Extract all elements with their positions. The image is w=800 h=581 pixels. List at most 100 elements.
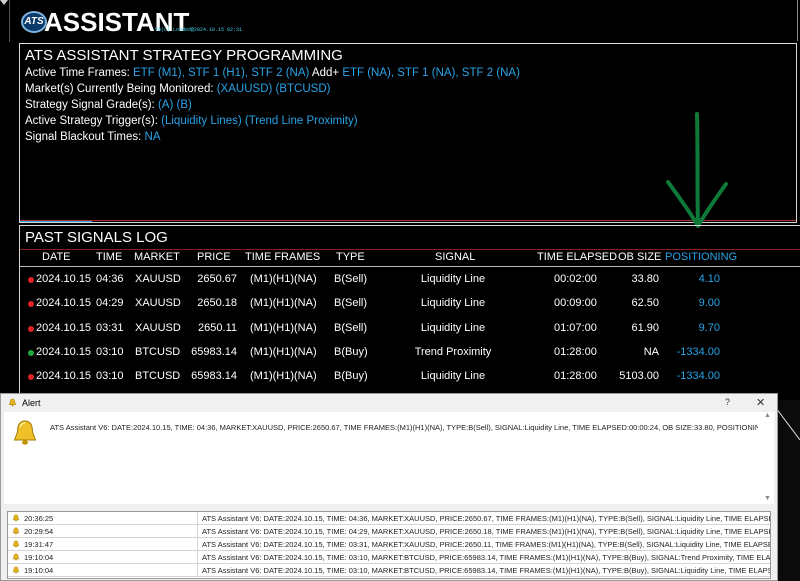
strategy-title: ATS ASSISTANT STRATEGY PROGRAMMING [25, 47, 343, 64]
bell-icon [8, 398, 17, 407]
col-time: TIME [96, 251, 123, 263]
cell-time-elapsed: 01:28:00 [554, 370, 597, 383]
column-divider [197, 538, 198, 551]
alert-history-time: 20:29:54 [24, 527, 54, 536]
grades-label: Strategy Signal Grade(s): [25, 99, 155, 111]
blackout-value: NA [144, 131, 161, 143]
cell-time: 04:29 [96, 297, 124, 310]
cell-market: XAUUSD [135, 273, 181, 285]
col-time-frames: TIME FRAMES [245, 251, 321, 263]
grades-value: (A) (B) [157, 99, 192, 111]
help-button[interactable]: ? [725, 397, 730, 407]
alert-history-message: ATS Assistant V6: DATE:2024.10.15, TIME:… [202, 553, 770, 562]
triggers-line: Active Strategy Trigger(s): (Liquidity L… [25, 115, 358, 127]
cell-signal: Liquidity Line [420, 321, 486, 334]
alert-history-message: ATS Assistant V6: DATE:2024.10.15, TIME:… [202, 540, 770, 549]
triggers-label: Active Strategy Trigger(s): [25, 115, 158, 127]
cell-signal: Liquidity Line [420, 370, 486, 383]
cell-time-elapsed: 00:09:00 [554, 297, 597, 310]
col-date: DATE [42, 251, 71, 263]
cell-market: XAUUSD [135, 321, 181, 334]
cell-type: B(Sell) [334, 297, 368, 310]
cell-type: B(Buy) [334, 345, 368, 358]
markets-line: Market(s) Currently Being Monitored: (XA… [25, 83, 330, 95]
scroll-down-icon[interactable]: ▼ [764, 495, 771, 502]
signals-title: PAST SIGNALS LOG [25, 229, 168, 246]
cell-date: 2024.10.15 [36, 273, 92, 285]
cell-time-frames: (M1)(H1)(NA) [250, 321, 317, 334]
cell-positioning: -1334.00 [676, 370, 720, 383]
time-frames-label: Active Time Frames: [25, 67, 130, 79]
bell-icon [12, 527, 20, 535]
triggers-value: (Liquidity Lines) (Trend Line Proximity) [161, 115, 358, 127]
alert-history-time: 19:10:04 [24, 566, 54, 575]
cell-price: 2650.18 [197, 297, 237, 310]
column-divider [197, 512, 198, 525]
cell-time: 03:31 [96, 321, 124, 334]
header-underline [20, 266, 800, 267]
alert-message: ATS Assistant V6: DATE:2024.10.15, TIME:… [50, 423, 758, 432]
cell-date: 2024.10.15 [36, 345, 92, 358]
add-label: Add+ [311, 67, 340, 79]
cell-time: 03:10 [96, 370, 124, 383]
blackout-label: Signal Blackout Times: [25, 131, 142, 143]
col-positioning: POSITIONING [665, 251, 738, 263]
time-frames-line: Active Time Frames: ETF (M1), STF 1 (H1)… [25, 67, 520, 79]
left-divider [9, 0, 10, 42]
col-ob-size: OB SIZE [618, 251, 662, 263]
signals-title-separator [20, 249, 800, 250]
cell-time-frames: (M1)(H1)(NA) [250, 370, 317, 383]
bell-icon [12, 540, 20, 548]
cell-positioning: 9.00 [698, 297, 720, 310]
cell-positioning: 9.70 [698, 321, 720, 334]
cell-price: 65983.14 [191, 345, 237, 358]
cell-market: XAUUSD [135, 297, 181, 310]
cell-price: 65983.14 [191, 370, 237, 383]
alert-history-time: 19:31:47 [24, 540, 54, 549]
cell-signal: Liquidity Line [420, 297, 486, 310]
signal-status-dot [28, 325, 34, 332]
cell-time: 04:36 [96, 273, 124, 285]
cell-time-frames: (M1)(H1)(NA) [250, 273, 317, 285]
column-divider [197, 551, 198, 564]
bell-icon [12, 514, 20, 522]
bell-icon [12, 553, 20, 561]
strategy-separator-accent [20, 221, 92, 222]
cell-market: BTCUSD [135, 345, 181, 358]
logo-text: ASSISTANT [44, 7, 190, 37]
alert-history-message: ATS Assistant V6: DATE:2024.10.15, TIME:… [202, 527, 770, 536]
cell-signal: Trend Proximity [414, 345, 492, 358]
col-signal: SIGNAL [435, 251, 476, 263]
close-button[interactable]: ✕ [756, 396, 765, 409]
signal-status-dot [28, 349, 34, 356]
cell-time-frames: (M1)(H1)(NA) [250, 345, 317, 358]
add-value: ETF (NA), STF 1 (NA), STF 2 (NA) [342, 67, 520, 79]
cell-time-frames: (M1)(H1)(NA) [250, 297, 317, 310]
bell-icon [12, 566, 20, 574]
grades-line: Strategy Signal Grade(s): (A) (B) [25, 99, 192, 111]
blackout-line: Signal Blackout Times: NA [25, 131, 161, 143]
alert-history-message: ATS Assistant V6: DATE:2024.10.15, TIME:… [202, 514, 770, 523]
scroll-up-icon[interactable]: ▲ [764, 412, 771, 419]
cell-signal: Liquidity Line [420, 273, 486, 285]
right-divider [797, 0, 798, 41]
time-frames-value: ETF (M1), STF 1 (H1), STF 2 (NA) [133, 67, 310, 79]
col-market: MARKET [134, 251, 180, 263]
cell-time: 03:10 [96, 345, 124, 358]
cell-type: B(Sell) [334, 273, 368, 285]
alert-history-time: 19:10:04 [24, 553, 54, 562]
alert-titlebar[interactable] [1, 394, 777, 412]
bell-large-icon [13, 420, 37, 445]
cell-price: 2650.11 [198, 321, 237, 334]
column-divider [197, 564, 198, 577]
signal-status-dot [28, 277, 34, 283]
cell-date: 2024.10.15 [36, 370, 92, 383]
cell-positioning: -1334.00 [676, 345, 720, 358]
alert-title: Alert [22, 398, 41, 408]
alert-history-message: ATS Assistant V6: DATE:2024.10.15, TIME:… [202, 566, 770, 575]
down-arrow-icon [666, 112, 728, 228]
cell-type: B(Buy) [334, 370, 368, 383]
cell-type: B(Sell) [334, 321, 368, 334]
markets-value: (XAUUSD) (BTCUSD) [216, 83, 331, 95]
cell-time-elapsed: 00:02:00 [554, 273, 597, 285]
